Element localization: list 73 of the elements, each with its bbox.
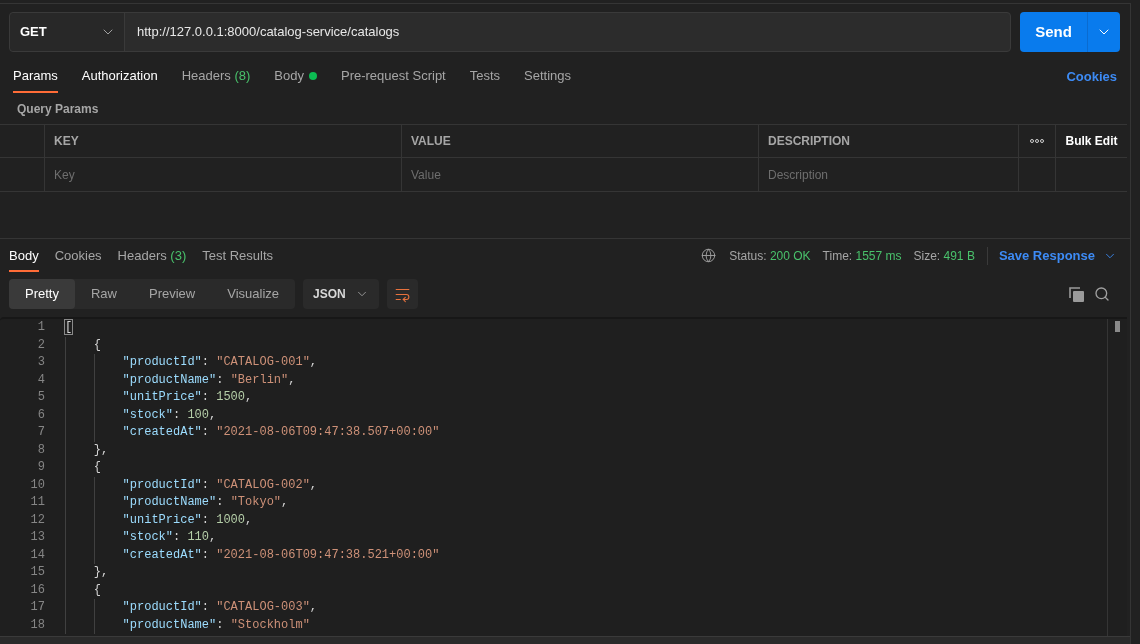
code-line: "productId": "CATALOG-001",: [122, 354, 318, 371]
view-mode-tab[interactable]: Visualize: [211, 279, 296, 309]
line-number: 5: [37, 389, 45, 406]
request-tab[interactable]: Params: [13, 58, 58, 93]
send-button[interactable]: Send: [1020, 12, 1087, 52]
code-line: [: [65, 319, 73, 336]
request-tab[interactable]: Authorization: [81, 58, 158, 93]
code-line: {: [93, 459, 101, 476]
line-number: 11: [30, 494, 45, 511]
code-line: "productId": "CATALOG-003",: [122, 599, 318, 616]
view-mode-tab[interactable]: Pretty: [9, 279, 75, 309]
format-dropdown[interactable]: JSON: [303, 279, 380, 309]
line-number: 6: [37, 406, 45, 424]
code-line: "productName": "Berlin",: [122, 371, 296, 389]
code-line: },: [93, 564, 109, 581]
bulk-edit-button[interactable]: Bulk Edit: [1065, 132, 1118, 150]
line-number: 7: [37, 424, 45, 441]
response-tab[interactable]: Test Results: [202, 239, 274, 272]
line-number: 3: [37, 354, 45, 371]
line-number: 14: [30, 546, 45, 564]
line-number: 17: [30, 599, 45, 616]
request-tab[interactable]: Settings: [524, 58, 572, 93]
param-input[interactable]: Description: [759, 158, 1018, 191]
column-header: DESCRIPTION: [768, 133, 850, 150]
cookies-link[interactable]: Cookies: [1066, 58, 1117, 93]
response-stat: Status: 200 OK: [729, 247, 811, 265]
code-line: "stock": 100,: [122, 406, 217, 424]
line-number: 9: [37, 459, 45, 476]
request-tab[interactable]: Pre-request Script: [340, 58, 446, 93]
view-mode-tab[interactable]: Preview: [133, 279, 212, 309]
wrap-lines-button[interactable]: [387, 279, 419, 309]
method-dropdown[interactable]: GET: [10, 13, 125, 51]
query-params-heading: Query Params: [17, 100, 99, 118]
request-tab[interactable]: Headers (8): [181, 58, 251, 93]
param-input[interactable]: Key: [45, 158, 401, 191]
code-line: "productName": "Tokyo",: [122, 494, 289, 511]
response-tab[interactable]: Cookies: [54, 239, 102, 272]
save-response-button[interactable]: Save Response: [998, 245, 1117, 266]
response-stat: Time: 1557 ms: [822, 247, 902, 265]
line-number: 4: [37, 371, 45, 389]
code-line: "stock": 110,: [122, 529, 217, 546]
line-number: 16: [30, 581, 45, 599]
copy-icon[interactable]: [1069, 286, 1084, 302]
code-line: "unitPrice": 1500,: [122, 389, 253, 406]
param-input[interactable]: Value: [402, 158, 758, 191]
line-number: 15: [30, 564, 45, 581]
code-line: {: [93, 581, 101, 599]
code-line: "createdAt": "2021-08-06T09:47:38.521+00:00": [122, 546, 440, 564]
code-line: "createdAt": "2021-08-06T09:47:38.507+00:00": [122, 424, 440, 441]
code-line: },: [93, 441, 109, 459]
line-number: 13: [30, 529, 45, 546]
column-header: VALUE: [411, 133, 451, 150]
response-stat: Size: 491 B: [913, 247, 975, 265]
line-number: 1: [37, 319, 45, 336]
response-tab[interactable]: Body: [9, 239, 39, 272]
code-line: {: [93, 336, 101, 354]
line-number: 18: [30, 616, 45, 634]
line-number: 8: [37, 441, 45, 459]
code-line: "productId": "CATALOG-002",: [122, 476, 318, 494]
more-icon[interactable]: [1030, 139, 1044, 143]
line-number: 12: [30, 511, 45, 529]
code-line: "productName": "Stockholm": [122, 616, 310, 634]
code-line: "unitPrice": 1000,: [122, 511, 253, 529]
request-tab[interactable]: Tests: [469, 58, 501, 93]
search-icon[interactable]: [1094, 286, 1110, 302]
column-header: KEY: [54, 133, 79, 150]
line-number: 10: [30, 476, 45, 494]
url-field[interactable]: http://127.0.0.1:8000/catalog-service/catalogs: [125, 13, 1010, 51]
view-mode-tab[interactable]: Raw: [74, 279, 133, 309]
line-number: 2: [37, 336, 45, 354]
globe-icon[interactable]: [701, 248, 717, 263]
response-tab[interactable]: Headers (3): [117, 239, 187, 272]
request-tab[interactable]: Body: [274, 58, 317, 93]
